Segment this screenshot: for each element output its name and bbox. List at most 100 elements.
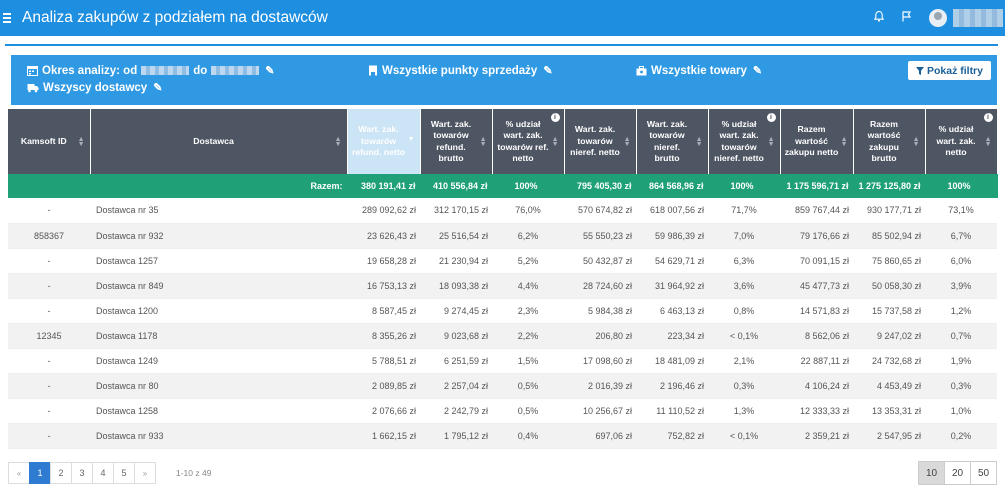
top-icons bbox=[865, 0, 1005, 36]
table-cell: 4,4% bbox=[492, 273, 564, 299]
table-row[interactable]: - Dostawca nr 933 1 662,15 zł 1 795,12 zł 0,… bbox=[8, 423, 997, 449]
table-cell: 2 196,46 zł bbox=[636, 373, 708, 399]
total-cell: 1 175 596,71 zł bbox=[780, 174, 854, 198]
points-filter[interactable]: Wszystkie punkty sprzedaży ✎ bbox=[368, 64, 553, 77]
col-header-total-share[interactable]: % udział wart. zak. netto i ▲ ▼ bbox=[925, 109, 998, 174]
table-cell: - bbox=[8, 373, 90, 399]
table-cell: 73,1% bbox=[925, 198, 997, 224]
table-cell: 22 887,11 zł bbox=[780, 348, 853, 374]
goods-filter[interactable]: Wszystkie towary ✎ bbox=[636, 64, 762, 77]
table-cell: 2 242,79 zł bbox=[420, 398, 492, 424]
page-button-3[interactable]: 3 bbox=[71, 462, 93, 484]
period-mid: do bbox=[193, 64, 208, 77]
col-header-ref-brutto[interactable]: Wart. zak. towarów refund. brutto ▲ ▼ bbox=[420, 109, 493, 174]
col-header-ref-share[interactable]: % udział wart. zak. towarów ref. netto i ▲… bbox=[492, 109, 565, 174]
table-cell: 2,3% bbox=[492, 298, 564, 324]
col-header-kamsoft-id[interactable]: Kamsoft ID ▲ ▼ bbox=[8, 109, 91, 174]
table-cell: 0,8% bbox=[708, 298, 780, 324]
col-header-nonref-brutto[interactable]: Wart. zak. towarów nieref. brutto ▲ ▼ bbox=[636, 109, 709, 174]
page-size-20[interactable]: 20 bbox=[944, 461, 971, 485]
date-from-redacted bbox=[141, 66, 190, 75]
table-cell: 59 986,39 zł bbox=[636, 223, 708, 249]
table-cell: 17 098,60 zł bbox=[564, 348, 636, 374]
col-header-total-brutto[interactable]: Razem wartość zakupu brutto ▲ ▼ bbox=[853, 109, 926, 174]
table-row[interactable]: - Dostawca 1200 8 587,45 zł 9 274,45 zł 2,3%… bbox=[8, 298, 997, 324]
edit-icon[interactable]: ✎ bbox=[265, 64, 274, 77]
table-row[interactable]: - Dostawca 1258 2 076,66 zł 2 242,79 zł 0,5%… bbox=[8, 398, 997, 424]
col-header-ref-netto[interactable]: Wart. zak. towarów refund. netto ▼ bbox=[347, 109, 421, 174]
table-header-row: Kamsoft ID ▲ ▼ Dostawca ▲ ▼ Wart. zak. towar… bbox=[8, 109, 998, 174]
page-button-2[interactable]: 2 bbox=[50, 462, 72, 484]
table-cell: 0,5% bbox=[492, 398, 564, 424]
table-cell: 8 355,26 zł bbox=[347, 323, 420, 349]
table-row[interactable]: - Dostawca 1249 5 788,51 zł 6 251,59 zł 1,5%… bbox=[8, 348, 997, 374]
table-cell: 9 247,02 zł bbox=[853, 323, 925, 349]
first-page-button[interactable]: « bbox=[8, 462, 30, 484]
table-row[interactable]: - Dostawca 1257 19 658,28 zł 21 230,94 zł 5,… bbox=[8, 248, 997, 274]
total-cell: 1 275 125,80 zł bbox=[853, 174, 926, 198]
table-cell: 6,7% bbox=[925, 223, 997, 249]
table-cell: Dostawca 1249 bbox=[90, 348, 347, 374]
col-header-total-netto[interactable]: Razem wartość zakupu netto ▲ ▼ bbox=[780, 109, 854, 174]
col-header-nonref-share[interactable]: % udział wart. zak. towarów nieref. nett… bbox=[708, 109, 781, 174]
avatar[interactable] bbox=[929, 9, 947, 27]
table-cell: 71,7% bbox=[708, 198, 780, 224]
page-button-4[interactable]: 4 bbox=[92, 462, 114, 484]
last-page-button[interactable]: » bbox=[134, 462, 156, 484]
suppliers-label: Wszyscy dostawcy bbox=[43, 81, 148, 94]
table-row[interactable]: - Dostawca nr 849 16 753,13 zł 18 093,38 zł… bbox=[8, 273, 997, 299]
table-cell: 2 359,21 zł bbox=[780, 423, 853, 449]
divider-line bbox=[5, 44, 998, 46]
table-cell: 2 089,85 zł bbox=[347, 373, 420, 399]
table-cell: 2 076,66 zł bbox=[347, 398, 420, 424]
col-header-supplier[interactable]: Dostawca ▲ ▼ bbox=[90, 109, 348, 174]
info-icon[interactable]: i bbox=[983, 113, 993, 122]
table-cell: 25 516,54 zł bbox=[420, 223, 492, 249]
page-button-5[interactable]: 5 bbox=[113, 462, 135, 484]
info-icon[interactable]: i bbox=[766, 113, 776, 122]
table-cell: 0,7% bbox=[925, 323, 997, 349]
table-row[interactable]: - Dostawca nr 35 289 092,62 zł 312 170,15 z… bbox=[8, 198, 997, 224]
table-cell: 0,5% bbox=[492, 373, 564, 399]
edit-icon[interactable]: ✎ bbox=[153, 81, 162, 94]
top-bar: Analiza zakupów z podziałem na dostawców bbox=[0, 0, 1005, 36]
table-cell: 50 058,30 zł bbox=[853, 273, 925, 299]
username-redacted[interactable] bbox=[953, 9, 1003, 27]
goods-label: Wszystkie towary bbox=[651, 64, 747, 77]
table-cell: 6,3% bbox=[708, 248, 780, 274]
table-cell: - bbox=[8, 198, 90, 224]
edit-icon[interactable]: ✎ bbox=[753, 64, 762, 77]
col-header-nonref-netto[interactable]: Wart. zak. towarów nieref. netto ▲ ▼ bbox=[564, 109, 637, 174]
total-cell: 795 405,30 zł bbox=[564, 174, 637, 198]
briefcase-icon bbox=[636, 65, 647, 75]
flag-icon[interactable] bbox=[893, 11, 921, 25]
table-row[interactable]: 858367 Dostawca nr 932 23 626,43 zł 25 516,… bbox=[8, 223, 997, 249]
edit-icon[interactable]: ✎ bbox=[543, 64, 552, 77]
page-title: Analiza zakupów z podziałem na dostawców bbox=[22, 9, 328, 26]
total-cell: 380 191,41 zł bbox=[347, 174, 421, 198]
points-label: Wszystkie punkty sprzedaży bbox=[382, 64, 538, 77]
table-cell: 5 788,51 zł bbox=[347, 348, 420, 374]
hamburger-icon[interactable] bbox=[3, 13, 23, 23]
sort-icon: ▲ ▼ bbox=[984, 135, 992, 148]
table-cell: - bbox=[8, 348, 90, 374]
suppliers-filter[interactable]: Wszyscy dostawcy ✎ bbox=[27, 81, 162, 94]
bell-icon[interactable] bbox=[865, 10, 893, 25]
page-button-1[interactable]: 1 bbox=[29, 462, 51, 484]
page-size-50[interactable]: 50 bbox=[970, 461, 997, 485]
info-icon[interactable]: i bbox=[550, 113, 560, 122]
table-cell: 9 274,45 zł bbox=[420, 298, 492, 324]
filter-icon bbox=[915, 66, 924, 75]
period-filter[interactable]: Okres analizy: od do ✎ bbox=[27, 64, 275, 77]
table-row[interactable]: - Dostawca nr 80 2 089,85 zł 2 257,04 zł 0,5… bbox=[8, 373, 997, 399]
sort-desc-icon: ▼ bbox=[407, 135, 415, 143]
table-cell: - bbox=[8, 273, 90, 299]
show-filters-button[interactable]: Pokaż filtry bbox=[907, 61, 991, 80]
total-cell: 100% bbox=[708, 174, 781, 198]
table-cell: < 0,1% bbox=[708, 423, 780, 449]
table-cell: 5,2% bbox=[492, 248, 564, 274]
page-size-10[interactable]: 10 bbox=[918, 461, 945, 485]
table-cell: 54 629,71 zł bbox=[636, 248, 708, 274]
table-row[interactable]: 12345 Dostawca 1178 8 355,26 zł 9 023,68 zł… bbox=[8, 323, 997, 349]
sort-icon: ▲ ▼ bbox=[623, 135, 631, 148]
